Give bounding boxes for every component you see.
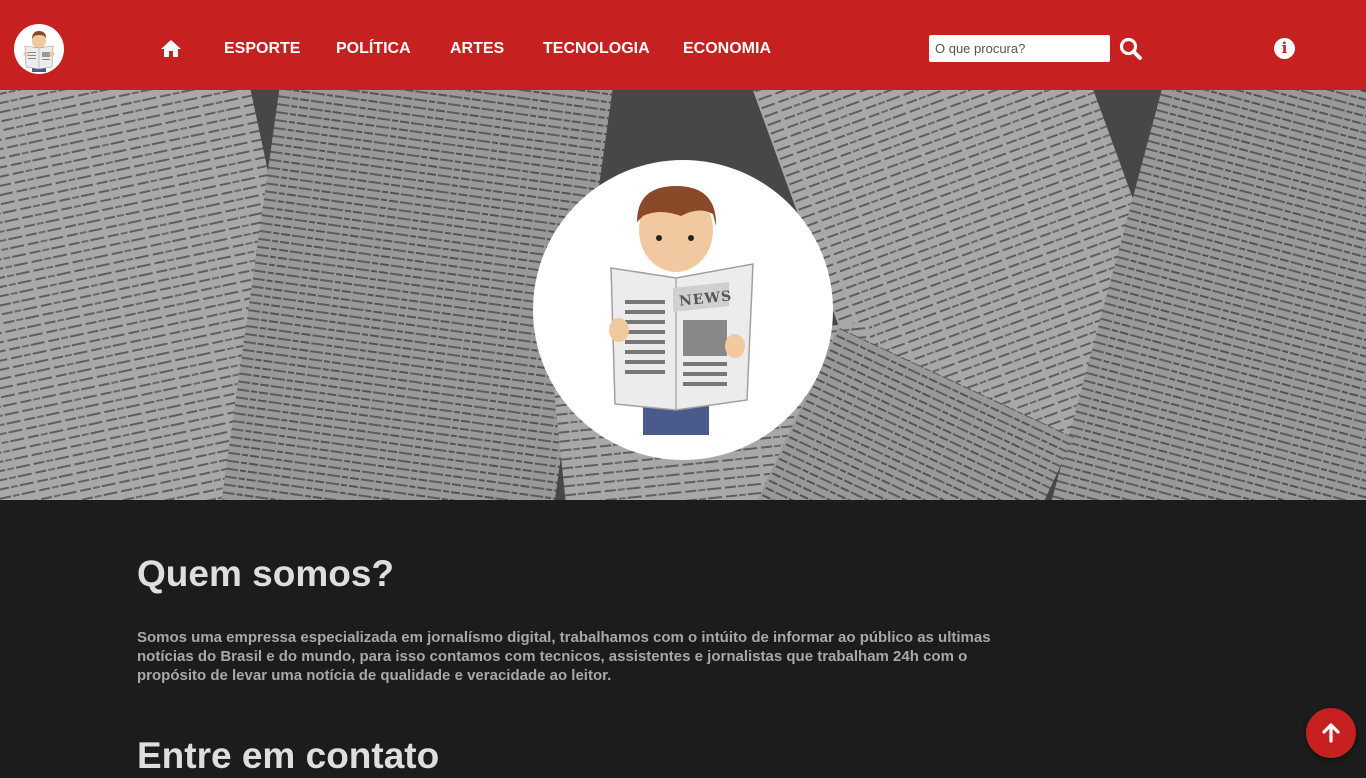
nav-link-economia[interactable]: ECONOMIA bbox=[683, 38, 771, 60]
search-input[interactable] bbox=[929, 35, 1110, 62]
home-icon[interactable] bbox=[160, 38, 182, 60]
newsreader-logo-icon bbox=[23, 31, 55, 72]
nav-link-artes[interactable]: ARTES bbox=[450, 38, 504, 60]
arrow-up-icon bbox=[1322, 723, 1340, 743]
search-icon[interactable] bbox=[1118, 36, 1144, 62]
about-text: Somos uma empressa especializada em jorn… bbox=[137, 629, 991, 684]
about-title: Quem somos? bbox=[137, 553, 394, 594]
nav-link-politica[interactable]: POLÍTICA bbox=[336, 38, 411, 60]
navbar: ESPORTE POLÍTICA ARTES TECNOLOGIA ECONOM… bbox=[0, 0, 1366, 90]
info-icon[interactable]: i bbox=[1274, 38, 1295, 59]
contact-title: Entre em contato bbox=[137, 735, 440, 776]
back-to-top-button[interactable] bbox=[1306, 708, 1356, 758]
newsreader-avatar: NEWS bbox=[533, 160, 833, 460]
nav-link-tecnologia[interactable]: TECNOLOGIA bbox=[543, 38, 650, 60]
logo[interactable] bbox=[14, 24, 64, 74]
content-section: Quem somos? Somos uma empressa especiali… bbox=[0, 500, 1366, 776]
hero-banner: NEWS bbox=[0, 90, 1366, 500]
nav-link-esporte[interactable]: ESPORTE bbox=[224, 38, 300, 60]
